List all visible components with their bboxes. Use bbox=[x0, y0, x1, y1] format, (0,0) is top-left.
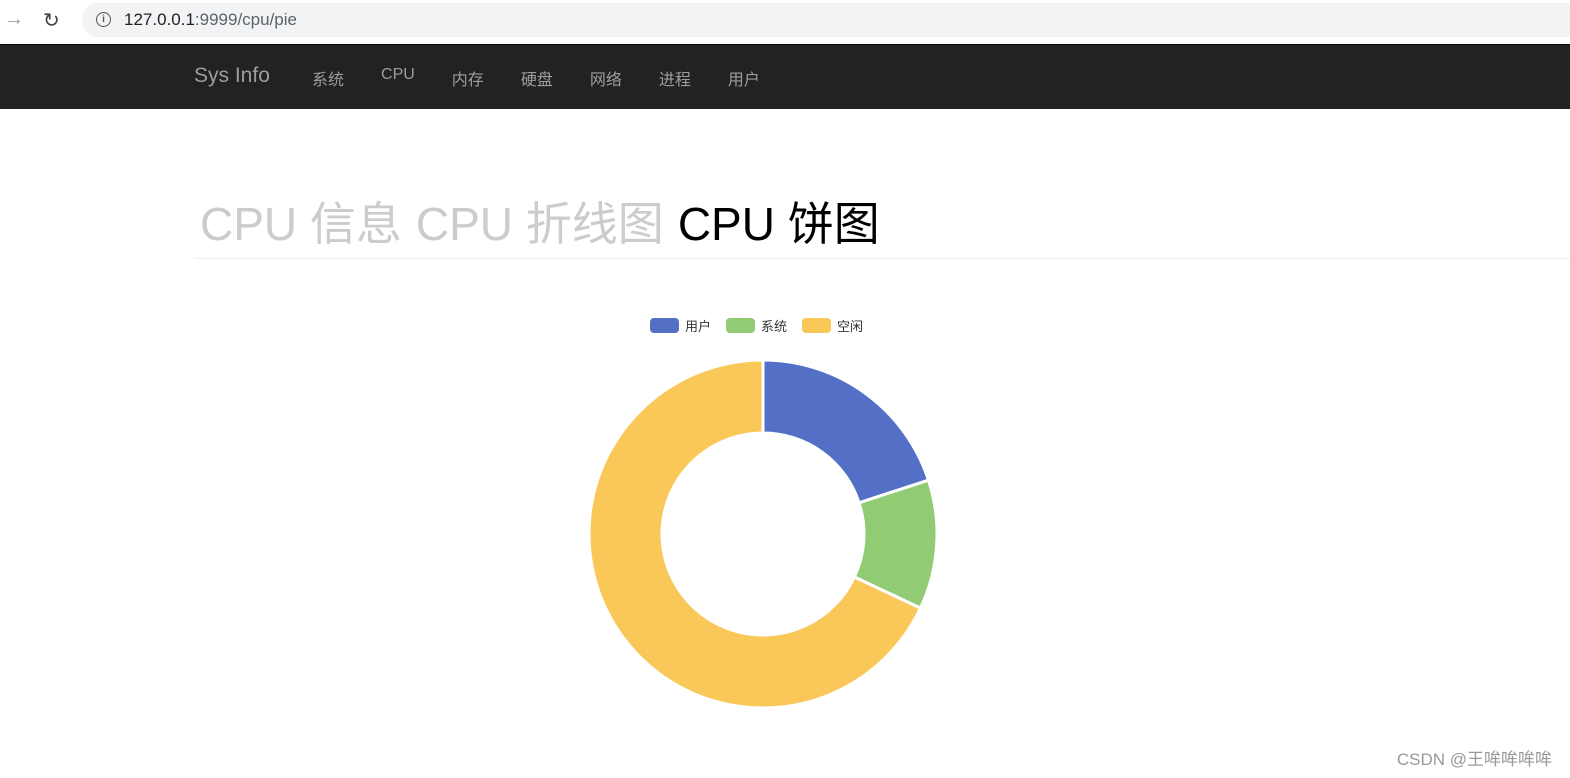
donut-chart bbox=[587, 358, 939, 710]
watermark: CSDN @王哞哞哞哞 bbox=[1396, 750, 1552, 769]
slice-user[interactable] bbox=[761, 358, 930, 505]
